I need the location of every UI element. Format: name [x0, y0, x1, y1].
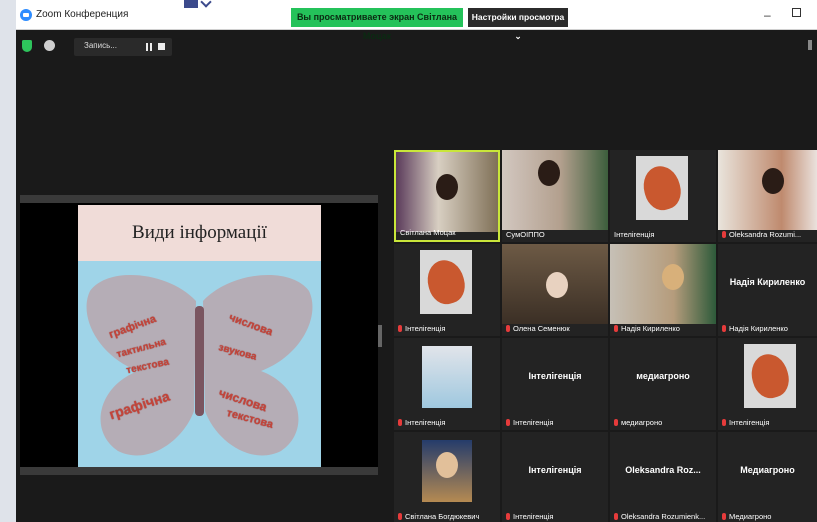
participant-display-name: медиагроно: [636, 371, 690, 381]
mic-off-icon: [722, 231, 726, 238]
taskbar-accent-icon: [184, 0, 198, 8]
mic-off-icon: [398, 325, 402, 332]
participant-name: Світлана Богдюкевич: [398, 512, 479, 521]
mic-off-icon: [506, 419, 510, 426]
participant-tile[interactable]: Oleksandra Roz... Oleksandra Rozumienk..…: [610, 432, 716, 522]
shield-icon[interactable]: [22, 40, 32, 52]
participant-name: Інтелігенція: [614, 230, 655, 239]
participant-tile[interactable]: Інтелігенція Інтелігенція: [502, 432, 608, 522]
shared-window-statusbar: [20, 467, 378, 475]
participant-tile[interactable]: Медиагроно Медиагроно: [718, 432, 817, 522]
mic-off-icon: [722, 325, 726, 332]
zoom-logo-icon: [20, 9, 32, 21]
participant-tile[interactable]: Інтелігенція: [394, 338, 500, 430]
participant-display-name: Медиагроно: [740, 465, 795, 475]
participant-video: [718, 150, 817, 230]
participant-display-name: Надія Кириленко: [729, 277, 806, 287]
participant-tile[interactable]: Oleksandra Rozumi...: [718, 150, 817, 242]
view-options-button[interactable]: Настройки просмотра ⌄: [468, 8, 568, 41]
mic-off-icon: [614, 325, 618, 332]
participant-avatar: [744, 344, 796, 408]
participant-name: Надія Кириленко: [614, 324, 680, 333]
participant-name: Інтелігенція: [398, 324, 445, 333]
participant-name: СумОІППО: [506, 230, 545, 239]
window-title: Zoom Конференция: [36, 9, 129, 20]
title-bar: Zoom Конференция Вы просматриваете экран…: [16, 0, 817, 41]
participant-video: [422, 346, 472, 408]
mic-off-icon: [398, 419, 402, 426]
participant-name: Надія Кириленко: [722, 324, 788, 333]
participant-video: [396, 152, 498, 232]
participant-video: [502, 244, 608, 324]
shared-window-titlebar: [20, 195, 378, 203]
participant-name: Oleksandra Rozumienk...: [614, 512, 705, 521]
participant-name: Oleksandra Rozumi...: [722, 230, 801, 239]
mic-off-icon: [722, 513, 726, 520]
pause-icon[interactable]: [146, 43, 152, 51]
meeting-toolbar: Запись...: [22, 38, 172, 56]
screen-share-banner: Вы просматриваете экран Світлана Моцак: [291, 8, 463, 41]
stop-icon[interactable]: [158, 43, 165, 50]
recording-indicator: Запись...: [74, 38, 172, 56]
more-options-icon[interactable]: [808, 40, 812, 50]
participant-name: Медиагроно: [722, 512, 771, 521]
mic-off-icon: [722, 419, 726, 426]
participant-tile[interactable]: Надія Кириленко Надія Кириленко: [718, 244, 817, 336]
participant-display-name: Інтелігенція: [528, 371, 582, 381]
participant-video: [610, 244, 716, 324]
mic-off-icon: [398, 513, 402, 520]
chevron-down-icon[interactable]: [200, 0, 212, 8]
participant-tile[interactable]: Світлана Моцак: [394, 150, 500, 242]
participant-name: Інтелігенція: [398, 418, 445, 427]
participant-display-name: Інтелігенція: [528, 465, 582, 475]
participant-tile[interactable]: Інтелігенція: [394, 244, 500, 336]
butterfly-word-cloud: графічна числова тактильна текстова звук…: [78, 261, 321, 467]
participant-name: Олена Семенюк: [506, 324, 570, 333]
splitter-handle[interactable]: [378, 325, 382, 347]
participant-tile[interactable]: Інтелігенція Інтелігенція: [502, 338, 608, 430]
participant-tile[interactable]: СумОІППО: [502, 150, 608, 242]
participant-avatar: [636, 156, 688, 220]
butterfly-shape: [86, 274, 313, 456]
participant-tile[interactable]: Олена Семенюк: [502, 244, 608, 336]
mic-off-icon: [614, 513, 618, 520]
zoom-window: Zoom Конференция Вы просматриваете экран…: [16, 0, 817, 522]
participant-tile[interactable]: Світлана Богдюкевич: [394, 432, 500, 522]
mic-off-icon: [506, 513, 510, 520]
participant-tile[interactable]: медиагроно медиагроно: [610, 338, 716, 430]
mic-off-icon: [506, 325, 510, 332]
participant-name: Інтелігенція: [506, 512, 553, 521]
participant-tile[interactable]: Надія Кириленко: [610, 244, 716, 336]
participant-display-name: Oleksandra Roz...: [625, 465, 701, 475]
mic-off-icon: [614, 419, 618, 426]
participant-name: Інтелігенція: [506, 418, 553, 427]
participant-tile[interactable]: Інтелігенція: [718, 338, 817, 430]
participant-name: Інтелігенція: [722, 418, 769, 427]
slide-title: Види інформації: [132, 222, 267, 243]
participant-avatar: [420, 250, 472, 314]
participant-name: медиагроно: [614, 418, 662, 427]
presentation-slide: Види інформації графічна числова тактиль…: [78, 205, 321, 467]
participant-video: [502, 150, 608, 230]
info-icon[interactable]: [44, 40, 55, 51]
shared-screen: Види інформації графічна числова тактиль…: [20, 195, 378, 475]
participant-tile[interactable]: Інтелігенція: [610, 150, 716, 242]
maximize-button[interactable]: [792, 8, 801, 17]
participant-video: [422, 440, 472, 502]
minimize-button[interactable]: –: [764, 8, 771, 22]
gallery-view: Світлана Моцак СумОІППО Інтелігенція Ole…: [394, 150, 817, 522]
recording-label: Запись...: [84, 41, 117, 50]
participant-name: Світлана Моцак: [400, 228, 456, 237]
